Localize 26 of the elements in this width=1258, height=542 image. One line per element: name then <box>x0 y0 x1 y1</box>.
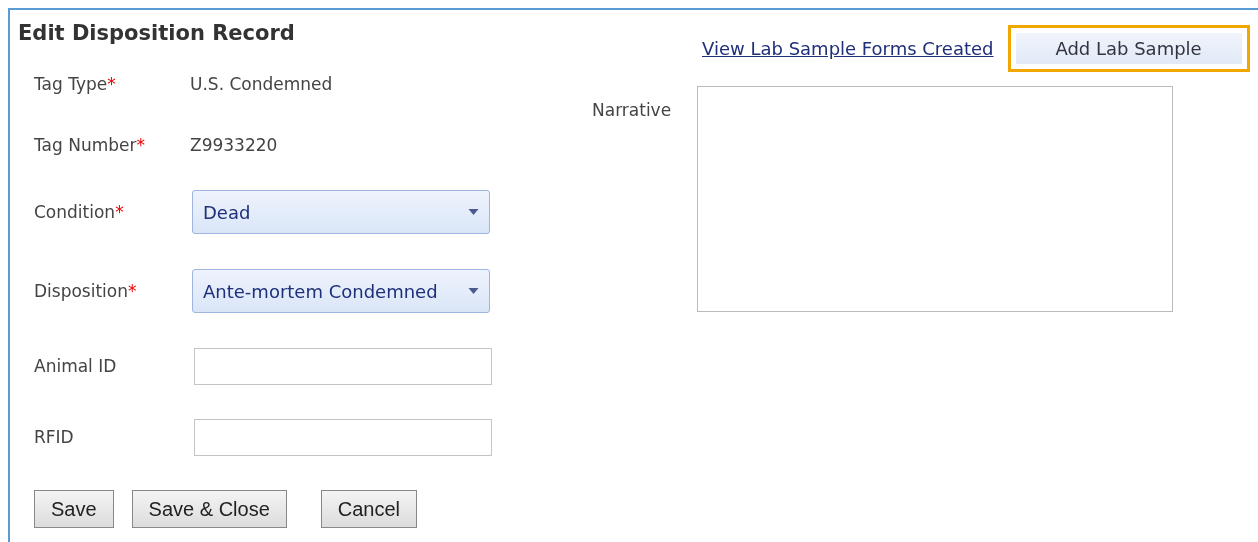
field-label: Tag Type <box>34 74 108 94</box>
input-field[interactable] <box>194 347 492 385</box>
lab-forms-link[interactable]: View Lab Sample Forms Created <box>702 37 994 59</box>
caret-icon <box>468 209 479 215</box>
field-label: Disposition <box>34 281 128 301</box>
dropdown[interactable]: Dead <box>192 190 490 234</box>
field-label: Narrative <box>592 100 673 120</box>
form-button[interactable]: Cancel <box>320 490 418 528</box>
caret-icon <box>468 288 479 294</box>
narrative-field[interactable] <box>697 86 1173 312</box>
required-mark: * <box>115 202 124 222</box>
dropdown[interactable]: Ante-mortem Condemned <box>192 269 490 313</box>
field-label: RFID <box>34 427 74 447</box>
field-label: Tag Number <box>34 135 137 155</box>
required-mark: * <box>128 281 137 301</box>
form-title: Edit Disposition Record <box>18 21 295 45</box>
form-button[interactable]: Save <box>34 490 114 528</box>
required-mark: * <box>107 74 116 94</box>
input-field[interactable] <box>194 418 492 456</box>
field-value: Z9933220 <box>190 135 278 155</box>
add-lab-sample-button[interactable]: Add Lab Sample <box>1007 24 1250 72</box>
field-value: U.S. Condemned <box>190 74 333 94</box>
field-label: Animal ID <box>34 356 117 376</box>
required-mark: * <box>136 135 145 155</box>
form-button[interactable]: Save & Close <box>131 490 287 528</box>
field-label: Condition <box>34 202 116 222</box>
